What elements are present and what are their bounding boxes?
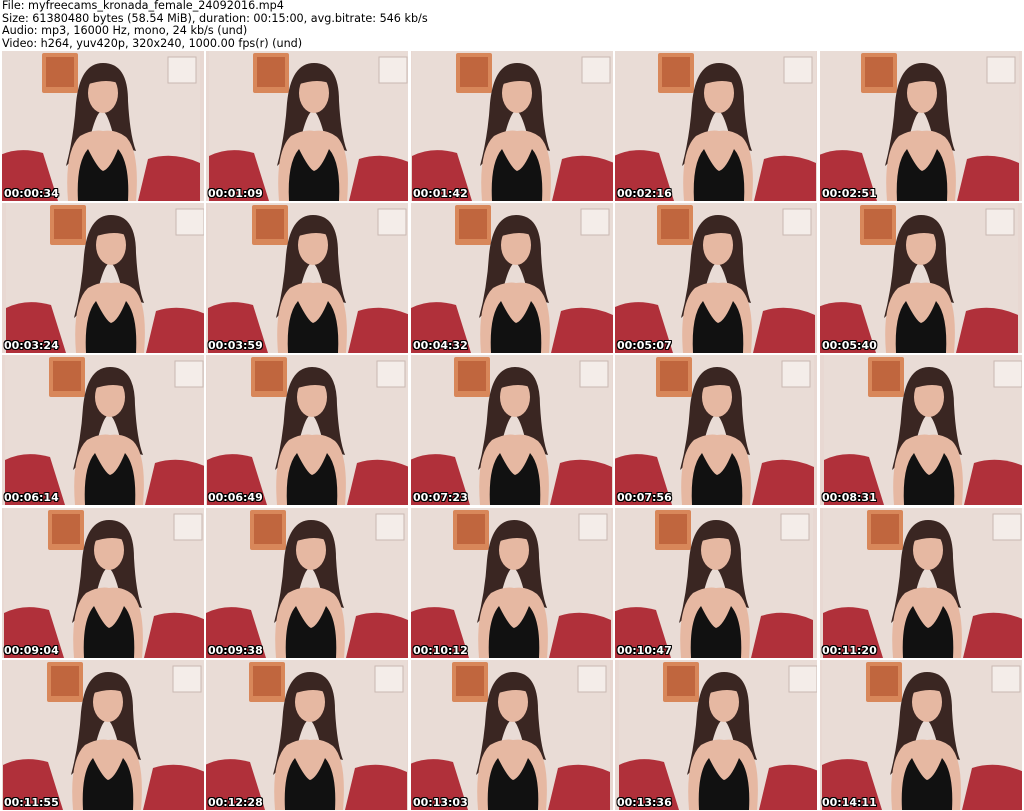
thumbnail-timestamp: 00:03:24 [4, 339, 59, 352]
thumbnail-timestamp: 00:00:34 [4, 187, 59, 200]
video-frame-image [820, 203, 1018, 353]
thumbnail-timestamp: 00:13:03 [413, 796, 468, 809]
video-frame-image [411, 660, 610, 810]
video-thumbnail: 00:13:03 [411, 660, 613, 810]
video-thumbnail: 00:11:55 [2, 660, 204, 810]
video-thumbnail: 00:02:51 [820, 51, 1022, 201]
video-frame-image [206, 508, 408, 658]
video-frame-image [208, 203, 408, 353]
thumbnail-timestamp: 00:10:12 [413, 644, 468, 657]
video-thumbnail: 00:01:42 [411, 51, 613, 201]
thumbnail-timestamp: 00:11:20 [822, 644, 877, 657]
thumbnail-grid: 00:00:34 00:01:09 00:01:42 00:02:16 00:0… [0, 50, 1024, 811]
thumbnail-timestamp: 00:01:42 [413, 187, 468, 200]
video-frame-image [412, 51, 613, 201]
video-frame-image [206, 660, 407, 810]
video-frame-image [820, 51, 1019, 201]
thumbnail-timestamp: 00:01:09 [208, 187, 263, 200]
video-frame-image [411, 355, 612, 505]
video-thumbnail: 00:09:38 [206, 508, 408, 658]
audio-info-line: Audio: mp3, 16000 Hz, mono, 24 kb/s (und… [2, 25, 248, 37]
video-thumbnail: 00:07:56 [615, 355, 817, 505]
video-thumbnail: 00:02:16 [615, 51, 817, 201]
video-thumbnail: 00:00:34 [2, 51, 204, 201]
video-frame-image [6, 203, 204, 353]
video-thumbnail: 00:05:40 [820, 203, 1022, 353]
video-thumbnail: 00:03:59 [206, 203, 408, 353]
file-name-line: File: myfreecams_kronada_female_24092016… [2, 0, 284, 12]
video-info-line: Video: h264, yuv420p, 320x240, 1000.00 f… [2, 37, 303, 50]
video-thumbnail: 00:06:14 [2, 355, 204, 505]
video-thumbnail: 00:06:49 [206, 355, 408, 505]
video-thumbnail: 00:08:31 [820, 355, 1022, 505]
video-thumbnail: 00:05:07 [615, 203, 817, 353]
video-frame-image [615, 355, 814, 505]
video-frame-image [207, 355, 408, 505]
video-frame-image [411, 203, 613, 353]
video-frame-image [619, 660, 817, 810]
thumbnail-timestamp: 00:04:32 [413, 339, 468, 352]
thumbnail-timestamp: 00:10:47 [617, 644, 672, 657]
thumbnail-timestamp: 00:09:38 [208, 644, 263, 657]
video-thumbnail: 00:11:20 [820, 508, 1022, 658]
video-frame-image [209, 51, 408, 201]
video-frame-image [2, 51, 200, 201]
thumbnail-timestamp: 00:03:59 [208, 339, 263, 352]
thumbnail-timestamp: 00:05:07 [617, 339, 672, 352]
video-thumbnail: 00:04:32 [411, 203, 613, 353]
thumbnail-timestamp: 00:12:28 [208, 796, 263, 809]
file-info-header: File: myfreecams_kronada_female_24092016… [0, 0, 1024, 50]
video-thumbnail: 00:14:11 [820, 660, 1022, 810]
thumbnail-timestamp: 00:06:14 [4, 491, 59, 504]
video-thumbnail: 00:12:28 [206, 660, 408, 810]
thumbnail-timestamp: 00:09:04 [4, 644, 59, 657]
video-thumbnail: 00:09:04 [2, 508, 204, 658]
file-size-line: Size: 61380480 bytes (58.54 MiB), durati… [2, 12, 428, 25]
video-thumbnail: 00:03:24 [2, 203, 204, 353]
video-frame-image [4, 508, 204, 658]
thumbnail-timestamp: 00:13:36 [617, 796, 672, 809]
thumbnail-timestamp: 00:11:55 [4, 796, 59, 809]
thumbnail-timestamp: 00:08:31 [822, 491, 877, 504]
video-thumbnail: 00:10:12 [411, 508, 613, 658]
video-frame-image [411, 508, 611, 658]
video-thumbnail: 00:01:09 [206, 51, 408, 201]
video-frame-image [3, 660, 204, 810]
video-thumbnail: 00:10:47 [615, 508, 817, 658]
video-frame-image [822, 660, 1022, 810]
thumbnail-timestamp: 00:06:49 [208, 491, 263, 504]
video-frame-image [615, 508, 813, 658]
video-thumbnail: 00:13:36 [615, 660, 817, 810]
thumbnail-timestamp: 00:07:23 [413, 491, 468, 504]
video-frame-image [615, 51, 816, 201]
thumbnail-timestamp: 00:05:40 [822, 339, 877, 352]
video-frame-image [5, 355, 204, 505]
thumbnail-timestamp: 00:14:11 [822, 796, 877, 809]
video-frame-image [823, 508, 1022, 658]
video-frame-image [824, 355, 1022, 505]
thumbnail-timestamp: 00:07:56 [617, 491, 672, 504]
video-frame-image [615, 203, 815, 353]
video-thumbnail: 00:07:23 [411, 355, 613, 505]
thumbnail-timestamp: 00:02:51 [822, 187, 877, 200]
thumbnail-timestamp: 00:02:16 [617, 187, 672, 200]
